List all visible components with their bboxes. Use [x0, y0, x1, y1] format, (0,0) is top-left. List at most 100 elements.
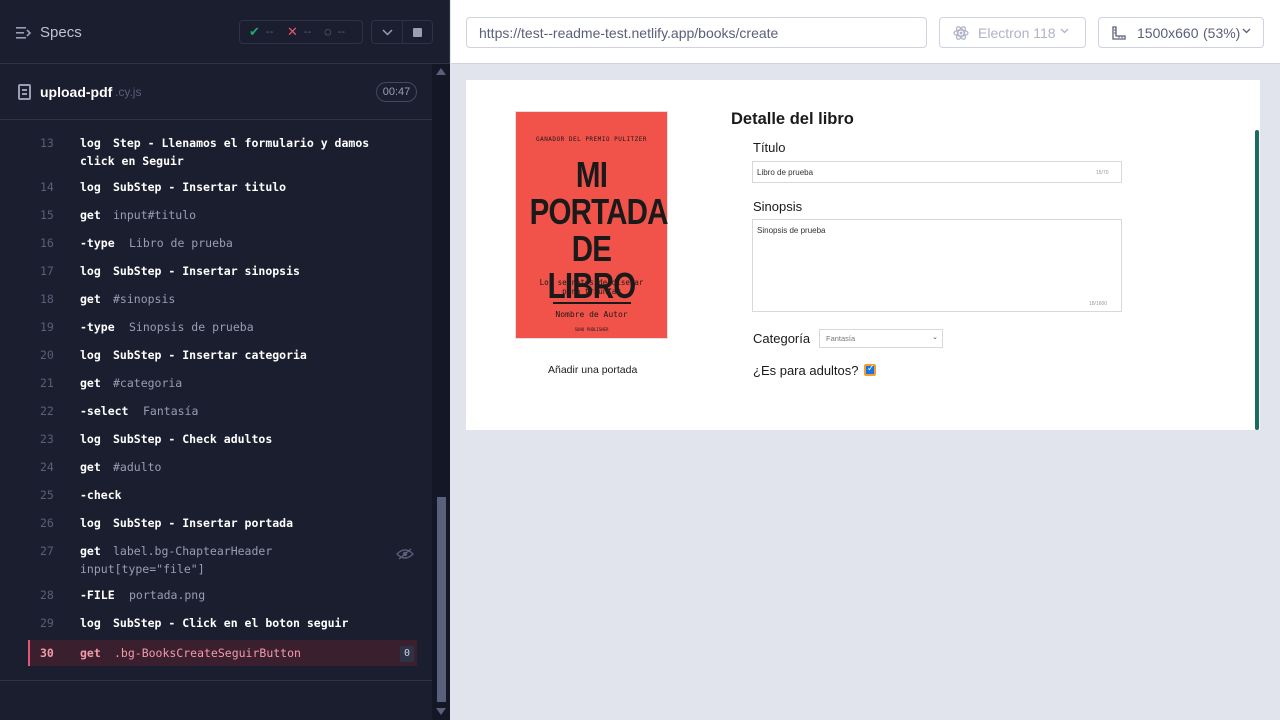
toggle-auto-scroll-button[interactable] — [371, 20, 403, 44]
command-name: -type — [80, 236, 115, 250]
synopsis-label: Sinopsis — [753, 199, 803, 214]
specs-list-icon[interactable] — [16, 26, 32, 40]
command-name: -type — [80, 320, 115, 334]
command-name: log — [80, 264, 101, 278]
page-title: Detalle del libro — [731, 110, 854, 128]
command-row[interactable]: 20 log SubStep - Insertar categoria — [28, 348, 417, 370]
command-message: #categoria — [113, 376, 183, 390]
title-label: Título — [753, 140, 786, 155]
adult-checkbox[interactable]: ✓ — [864, 364, 876, 376]
command-message: Step - Llenamos el formulario y damos — [113, 136, 370, 150]
command-list: 13 log Step - Llenamos el formulario y d… — [0, 120, 432, 680]
command-name: get — [80, 646, 101, 660]
chevron-down-icon — [1242, 28, 1251, 34]
failed-x-icon: ✕ — [287, 24, 298, 39]
browser-select[interactable]: Electron 118 — [939, 17, 1086, 48]
stop-button[interactable] — [403, 20, 433, 44]
app-scrollbar[interactable] — [1255, 130, 1259, 430]
passed-count: -- — [265, 26, 274, 38]
category-label: Categoría — [753, 331, 811, 346]
command-message: #sinopsis — [113, 292, 176, 306]
synopsis-char-counter: 18/1600 — [1089, 301, 1108, 307]
category-select[interactable]: Fantasía ⌄ — [819, 329, 943, 348]
command-name: get — [80, 208, 101, 222]
book-cover-image[interactable]: GANADOR DEL PREMIO PULITZER MI PORTADA D… — [515, 111, 668, 339]
title-input[interactable]: Libro de prueba — [752, 161, 1122, 183]
command-number: 18 — [40, 292, 54, 306]
command-row[interactable]: 29 log SubStep - Click en el boton segui… — [28, 616, 417, 638]
command-message: portada.png — [129, 588, 206, 602]
category-selected-value: Fantasía — [826, 334, 856, 343]
command-row[interactable]: 13 log Step - Llenamos el formulario y d… — [28, 136, 417, 174]
command-message-line2: click en Seguir — [80, 154, 184, 168]
failed-count: -- — [303, 26, 312, 38]
command-name: get — [80, 292, 101, 306]
pending-count: -- — [337, 26, 346, 38]
command-message: SubStep - Click en el boton seguir — [113, 616, 349, 630]
command-row[interactable]: 17 log SubStep - Insertar sinopsis — [28, 264, 417, 286]
command-message: #adulto — [113, 460, 162, 474]
command-name: get — [80, 544, 101, 558]
viewport-select[interactable]: 1500x660 (53%) — [1098, 17, 1264, 48]
command-name: log — [80, 180, 101, 194]
chevron-down-icon — [382, 29, 393, 36]
command-message: SubStep - Insertar sinopsis — [113, 264, 300, 278]
reporter-header: Specs ✔ -- ✕ -- ◌ -- — [0, 0, 450, 64]
command-row[interactable]: 21 get #categoria — [28, 376, 417, 398]
command-name: -FILE — [80, 588, 115, 602]
command-number: 16 — [40, 236, 54, 250]
command-message: SubStep - Insertar portada — [113, 516, 294, 530]
command-row[interactable]: 23 log SubStep - Check adultos — [28, 432, 417, 454]
spec-file-name[interactable]: upload-pdf — [40, 84, 112, 100]
command-number: 28 — [40, 588, 54, 602]
command-row[interactable]: 28 -FILE portada.png — [28, 588, 417, 610]
command-row[interactable]: 19 -type Sinopsis de prueba — [28, 320, 417, 342]
specs-label[interactable]: Specs — [40, 24, 82, 41]
command-message: input#titulo — [113, 208, 197, 222]
command-name: log — [80, 136, 101, 150]
url-input[interactable]: https://test--readme-test.netlify.app/bo… — [466, 17, 927, 48]
command-message: SubStep - Check adultos — [113, 432, 273, 446]
chevron-down-icon: ⌄ — [932, 334, 938, 341]
spec-duration: 00:47 — [376, 82, 417, 102]
command-message: label.bg-ChaptearHeader — [113, 544, 273, 558]
scroll-down-arrow-icon[interactable] — [436, 708, 446, 715]
scrollbar-thumb[interactable] — [437, 497, 446, 702]
command-number: 26 — [40, 516, 54, 530]
command-number: 19 — [40, 320, 54, 334]
ruler-icon — [1112, 26, 1126, 40]
command-message: SubStep - Insertar titulo — [113, 180, 287, 194]
command-number: 14 — [40, 180, 54, 194]
command-row[interactable]: 14 log SubStep - Insertar titulo — [28, 180, 417, 202]
adult-label: ¿Es para adultos? — [753, 363, 859, 378]
command-message: Fantasía — [143, 404, 199, 418]
command-row[interactable]: 16 -type Libro de prueba — [28, 236, 417, 258]
command-message: .bg-BooksCreateSeguirButton — [114, 646, 301, 660]
command-number: 29 — [40, 616, 54, 630]
check-icon: ✓ — [867, 364, 875, 374]
passed-check-icon: ✔ — [249, 24, 260, 39]
command-name: -select — [80, 404, 129, 418]
command-number: 25 — [40, 488, 54, 502]
command-number: 13 — [40, 136, 54, 150]
eye-slash-icon — [396, 548, 414, 560]
command-row[interactable]: 15 get input#titulo — [28, 208, 417, 230]
test-stats: ✔ -- ✕ -- ◌ -- — [239, 20, 363, 44]
command-row[interactable]: 22 -select Fantasía — [28, 404, 417, 426]
command-row[interactable]: 26 log SubStep - Insertar portada — [28, 516, 417, 538]
app-under-test: GANADOR DEL PREMIO PULITZER MI PORTADA D… — [466, 80, 1260, 430]
command-message: Libro de prueba — [129, 236, 233, 250]
add-cover-link[interactable]: Añadir una portada — [548, 364, 637, 376]
command-row-failed[interactable]: 30 get .bg-BooksCreateSeguirButton 0 — [28, 640, 417, 666]
command-row[interactable]: 25 -check — [28, 488, 417, 510]
scroll-up-arrow-icon[interactable] — [436, 68, 446, 75]
synopsis-textarea[interactable]: Sinopsis de prueba — [752, 219, 1122, 312]
command-row[interactable]: 27 get label.bg-ChaptearHeader input[typ… — [28, 544, 417, 582]
cover-author: Nombre de Autor — [555, 310, 628, 319]
command-message-line2: input[type="file"] — [80, 562, 205, 576]
command-number: 24 — [40, 460, 54, 474]
command-number: 20 — [40, 348, 54, 362]
command-row[interactable]: 18 get #sinopsis — [28, 292, 417, 314]
command-name: get — [80, 460, 101, 474]
command-row[interactable]: 24 get #adulto — [28, 460, 417, 482]
